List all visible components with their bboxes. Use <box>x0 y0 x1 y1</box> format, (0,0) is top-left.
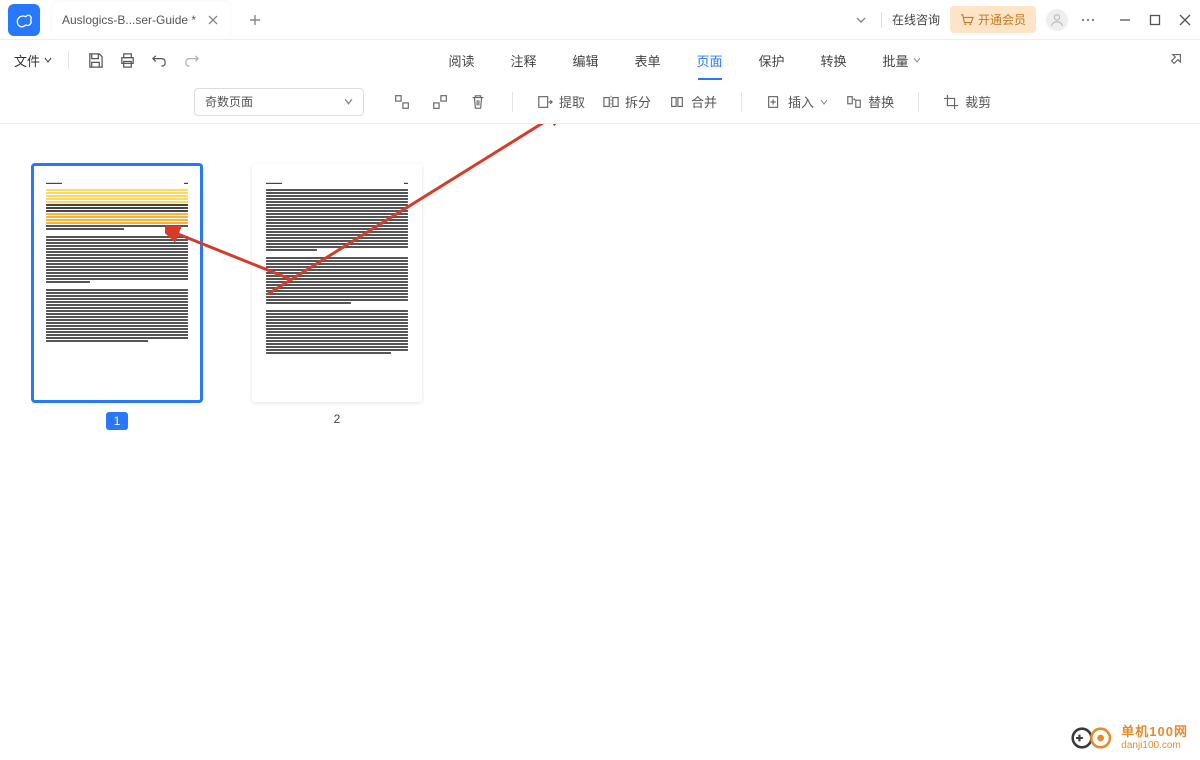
file-menu[interactable]: 文件 <box>14 51 52 70</box>
close-tab-icon[interactable] <box>206 13 220 27</box>
redo-icon[interactable] <box>181 50 201 70</box>
merge-icon <box>669 94 685 110</box>
extract-icon <box>537 94 553 110</box>
vip-label: 开通会员 <box>978 11 1026 28</box>
page-workspace: ▬▬▬▬▬ <box>0 124 1200 760</box>
extract-button[interactable]: 提取 <box>537 92 585 111</box>
insert-label: 插入 <box>788 92 814 111</box>
tab-page[interactable]: 页面 <box>697 47 723 74</box>
file-menu-label: 文件 <box>14 51 40 70</box>
page-thumbnail-item[interactable]: ▬▬▬▬▬ <box>32 164 202 430</box>
tab-convert[interactable]: 转换 <box>821 47 847 74</box>
page-thumbnail-item[interactable]: ▬▬▬▬▬ <box>252 164 422 430</box>
split-label: 拆分 <box>625 92 651 111</box>
split-icon <box>603 94 619 110</box>
watermark: 单机100网 danji100.com <box>1071 724 1188 752</box>
tab-edit[interactable]: 编辑 <box>572 47 598 74</box>
merge-label: 合并 <box>691 92 717 111</box>
cart-icon <box>960 14 974 26</box>
replace-button[interactable]: 替换 <box>846 92 894 111</box>
tab-annotate[interactable]: 注释 <box>510 47 536 74</box>
tab-read[interactable]: 阅读 <box>448 47 474 74</box>
print-icon[interactable] <box>117 50 137 70</box>
crop-button[interactable]: 裁剪 <box>943 92 991 111</box>
user-avatar-icon[interactable] <box>1046 9 1068 31</box>
undo-icon[interactable] <box>149 50 169 70</box>
menu-bar: 文件 阅读 注释 编辑 表单 页面 保护 转换 批量 <box>0 40 1200 80</box>
page-number-badge: 2 <box>334 412 341 426</box>
chevron-down-icon <box>913 56 921 64</box>
online-inquiry-link[interactable]: 在线咨询 <box>892 11 940 28</box>
watermark-logo-icon <box>1071 724 1115 752</box>
chevron-down-icon <box>44 56 52 64</box>
replace-icon <box>846 94 862 110</box>
chevron-down-icon[interactable] <box>851 10 871 30</box>
chevron-down-icon <box>820 98 828 106</box>
rotate-left-icon[interactable] <box>392 92 412 112</box>
page-filter-select[interactable]: 奇数页面 <box>194 88 364 116</box>
crop-icon <box>943 94 959 110</box>
minimize-icon[interactable] <box>1118 13 1132 27</box>
document-tab[interactable]: Auslogics-B...ser-Guide * <box>52 2 230 38</box>
replace-label: 替换 <box>868 92 894 111</box>
delete-icon[interactable] <box>468 92 488 112</box>
maximize-icon[interactable] <box>1148 13 1162 27</box>
insert-button[interactable]: 插入 <box>766 92 828 111</box>
vip-button[interactable]: 开通会员 <box>950 6 1036 33</box>
page-number-badge: 1 <box>106 412 129 430</box>
rotate-right-icon[interactable] <box>430 92 450 112</box>
merge-button[interactable]: 合并 <box>669 92 717 111</box>
crop-label: 裁剪 <box>965 92 991 111</box>
tab-batch[interactable]: 批量 <box>883 47 921 74</box>
save-icon[interactable] <box>85 50 105 70</box>
split-button[interactable]: 拆分 <box>603 92 651 111</box>
watermark-title: 单机100网 <box>1121 725 1188 739</box>
insert-icon <box>766 94 782 110</box>
extract-label: 提取 <box>559 92 585 111</box>
tab-protect[interactable]: 保护 <box>759 47 785 74</box>
tab-title: Auslogics-B...ser-Guide * <box>62 13 196 27</box>
page-toolbar: 奇数页面 提取 拆分 合并 插入 <box>0 80 1200 124</box>
share-icon[interactable] <box>1168 51 1186 69</box>
app-logo <box>8 4 40 36</box>
tab-form[interactable]: 表单 <box>634 47 660 74</box>
page-thumbnail-1[interactable]: ▬▬▬▬▬ <box>32 164 202 402</box>
close-icon[interactable] <box>1178 13 1192 27</box>
page-thumbnail-2[interactable]: ▬▬▬▬▬ <box>252 164 422 402</box>
add-tab-icon[interactable] <box>244 9 266 31</box>
chevron-down-icon <box>344 97 353 106</box>
watermark-url: danji100.com <box>1121 740 1188 751</box>
title-bar: Auslogics-B...ser-Guide * 在线咨询 开通会员 <box>0 0 1200 40</box>
page-filter-value: 奇数页面 <box>205 93 253 110</box>
more-icon[interactable] <box>1078 10 1098 30</box>
tab-batch-label: 批量 <box>883 51 909 70</box>
